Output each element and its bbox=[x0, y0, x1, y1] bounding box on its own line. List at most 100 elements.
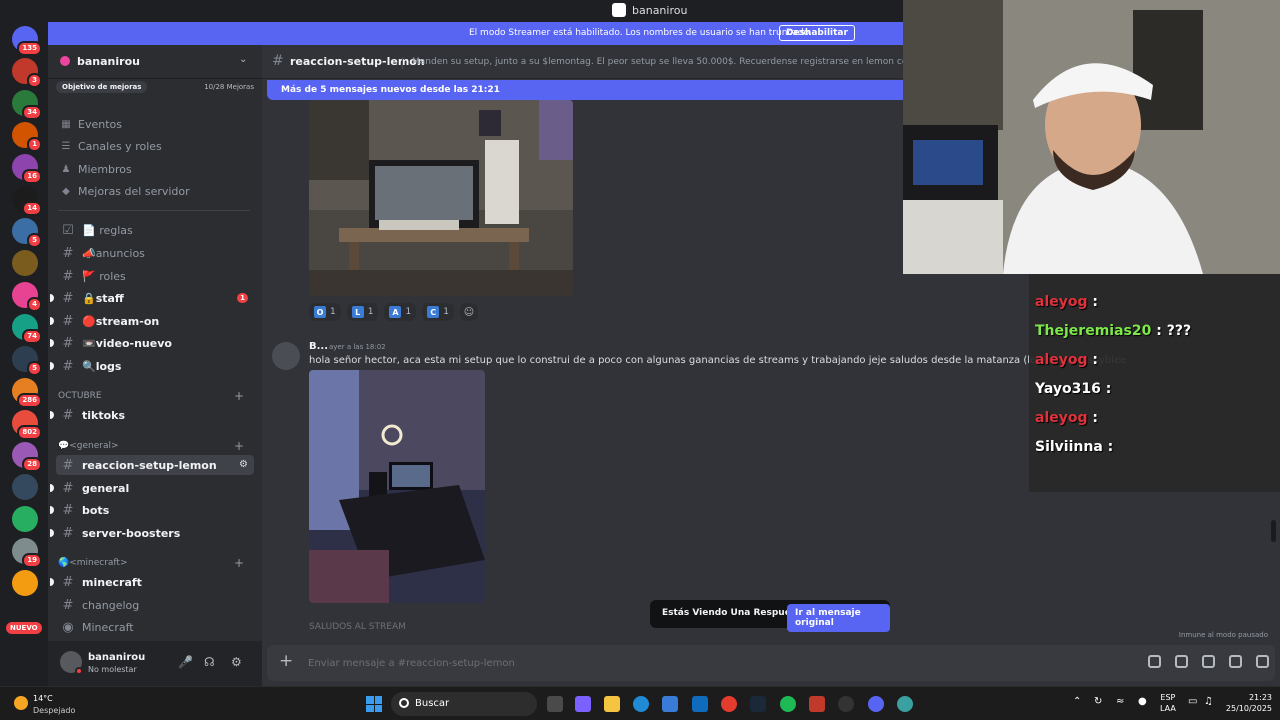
server-icon[interactable]: 135 bbox=[12, 26, 42, 56]
channel-changelog[interactable]: # changelog bbox=[56, 595, 254, 615]
emoji-icon[interactable] bbox=[1229, 655, 1242, 668]
server-icon[interactable]: 4 bbox=[12, 282, 42, 312]
obs-icon[interactable] bbox=[838, 696, 854, 712]
channel-server-boosters[interactable]: # server-boosters bbox=[50, 523, 254, 543]
channel-minecraft[interactable]: # minecraft bbox=[50, 572, 254, 592]
add-channel-icon[interactable]: + bbox=[234, 389, 244, 403]
apps-icon[interactable] bbox=[1256, 655, 1269, 668]
message-author[interactable]: B... bbox=[309, 341, 328, 352]
channel-stream-on[interactable]: # 🔴stream-on bbox=[50, 311, 254, 331]
username[interactable]: bananirou bbox=[88, 652, 145, 663]
server-icon[interactable] bbox=[12, 506, 38, 532]
server-icon[interactable]: 1 bbox=[12, 122, 42, 152]
add-attachment-icon[interactable]: + bbox=[279, 651, 293, 671]
add-channel-icon[interactable]: + bbox=[234, 439, 244, 453]
settings-gear-icon[interactable]: ⚙ bbox=[231, 655, 242, 669]
server-icon[interactable]: 5 bbox=[12, 346, 42, 376]
add-channel-icon[interactable]: + bbox=[234, 556, 244, 570]
server-icon[interactable]: 14 bbox=[12, 186, 42, 216]
setup-photo-2[interactable] bbox=[309, 370, 485, 603]
chrome-icon[interactable] bbox=[721, 696, 737, 712]
reaction-a[interactable]: A 1 bbox=[384, 303, 417, 321]
channel-minecraft-forum[interactable]: ◉ Minecraft bbox=[56, 617, 254, 637]
reaction-l[interactable]: L 1 bbox=[346, 303, 379, 321]
channel-reaccion-setup-lemon[interactable]: # reaccion-setup-lemon ⚙ bbox=[56, 455, 254, 475]
server-icon[interactable]: 3 bbox=[12, 58, 42, 88]
server-icon[interactable]: 286 bbox=[12, 378, 42, 408]
server-icon[interactable]: 5 bbox=[12, 218, 42, 248]
edge-icon[interactable] bbox=[633, 696, 649, 712]
channel-general[interactable]: # general bbox=[50, 478, 254, 498]
reaction-c[interactable]: C 1 bbox=[422, 303, 454, 321]
channel-roles[interactable]: # 🚩 roles bbox=[56, 266, 254, 286]
hash-icon: # bbox=[62, 574, 74, 590]
server-icon[interactable]: 802 bbox=[12, 410, 42, 440]
channel-anuncios[interactable]: # 📣anuncios bbox=[56, 243, 254, 263]
discord-taskbar-icon[interactable] bbox=[868, 696, 884, 712]
server-mention-badge: 34 bbox=[22, 105, 42, 120]
microphone-icon[interactable]: ● bbox=[1138, 696, 1147, 707]
stream-chat-user: aleyog bbox=[1035, 352, 1088, 368]
store-icon[interactable] bbox=[662, 696, 678, 712]
scrollbar[interactable] bbox=[1271, 520, 1276, 542]
avatar[interactable] bbox=[272, 342, 300, 370]
network-icon[interactable]: ≈ bbox=[1116, 696, 1124, 707]
file-explorer-icon[interactable] bbox=[604, 696, 620, 712]
spotify-icon[interactable] bbox=[780, 696, 796, 712]
gif-icon[interactable] bbox=[1175, 655, 1188, 668]
new-messages-bar[interactable]: Más de 5 mensajes nuevos desde las 21:21 bbox=[267, 80, 907, 100]
nav-server-boosts[interactable]: ◆ Mejoras del servidor bbox=[60, 182, 190, 200]
hash-icon: # bbox=[62, 358, 74, 374]
outlook-icon[interactable] bbox=[692, 696, 708, 712]
task-view-icon[interactable] bbox=[547, 696, 563, 712]
nav-members[interactable]: ♟ Miembros bbox=[60, 160, 132, 178]
channel-video-nuevo[interactable]: # 📼video-nuevo bbox=[50, 333, 254, 353]
nav-events[interactable]: ▦ Eventos bbox=[60, 115, 122, 133]
volume-icon[interactable]: ♫ bbox=[1204, 696, 1213, 707]
channel-tiktoks[interactable]: # tiktoks bbox=[50, 405, 254, 425]
add-reaction-button[interactable]: ☺ bbox=[459, 303, 478, 321]
server-icon[interactable]: 34 bbox=[12, 90, 42, 120]
server-icon[interactable] bbox=[12, 250, 38, 276]
server-icon[interactable]: 74 bbox=[12, 314, 42, 344]
jump-to-original-button[interactable]: Ir al mensaje original bbox=[787, 604, 890, 632]
display-icon[interactable]: ▭ bbox=[1188, 696, 1197, 707]
sticker-icon[interactable] bbox=[1202, 655, 1215, 668]
steam-icon[interactable] bbox=[750, 696, 766, 712]
reply-preview[interactable]: SALUDOS AL STREAM bbox=[309, 622, 406, 632]
headphones-icon[interactable]: ☊ bbox=[204, 655, 215, 669]
settings-gear-icon[interactable]: ⚙ bbox=[239, 459, 248, 470]
language-indicator[interactable]: ESP LAA bbox=[1160, 692, 1176, 714]
gift-icon[interactable] bbox=[1148, 655, 1161, 668]
sync-icon[interactable]: ↻ bbox=[1094, 696, 1102, 707]
disable-streamer-mode-button[interactable]: Deshabilitar bbox=[779, 25, 855, 41]
server-icon[interactable] bbox=[12, 570, 38, 596]
boost-goal[interactable]: Objetivo de mejoras 10/28 Mejoras bbox=[56, 79, 254, 95]
category-minecraft[interactable]: 🌎<minecraft> + bbox=[58, 556, 252, 570]
message-input[interactable] bbox=[308, 656, 1008, 670]
category-general[interactable]: 💬<general> + bbox=[58, 439, 252, 453]
channel-reglas[interactable]: ☑ 📄 reglas bbox=[56, 220, 254, 240]
nav-channels-roles[interactable]: ☰ Canales y roles bbox=[60, 137, 162, 155]
channel-topic[interactable]: Manden su setup, junto a su $lemontag. E… bbox=[412, 57, 973, 67]
chevron-up-icon[interactable]: ⌃ bbox=[1073, 696, 1081, 707]
category-octubre[interactable]: OCTUBRE + bbox=[58, 389, 252, 403]
server-icon[interactable]: 19 bbox=[12, 538, 42, 568]
channel-staff[interactable]: # 🔒staff 1 bbox=[50, 288, 254, 308]
chevron-down-icon[interactable]: ⌄ bbox=[239, 54, 247, 65]
app-icon[interactable] bbox=[809, 696, 825, 712]
channel-logs[interactable]: # 🔍logs bbox=[50, 356, 254, 376]
server-icon[interactable] bbox=[12, 474, 38, 500]
guild-header[interactable]: bananirou ⌄ bbox=[48, 45, 262, 79]
microphone-icon[interactable]: 🎤 bbox=[178, 655, 193, 669]
windows-start-icon[interactable] bbox=[366, 696, 382, 712]
server-icon[interactable]: 28 bbox=[12, 442, 42, 472]
channel-bots[interactable]: # bots bbox=[50, 500, 254, 520]
taskbar-search[interactable]: Buscar bbox=[391, 692, 537, 716]
setup-photo-1[interactable] bbox=[309, 100, 573, 296]
clock[interactable]: 21:23 25/10/2025 bbox=[1224, 692, 1272, 714]
app-icon[interactable] bbox=[897, 696, 913, 712]
copilot-icon[interactable] bbox=[575, 696, 591, 712]
reaction-o[interactable]: O 1 bbox=[309, 303, 341, 321]
server-icon[interactable]: 16 bbox=[12, 154, 42, 184]
